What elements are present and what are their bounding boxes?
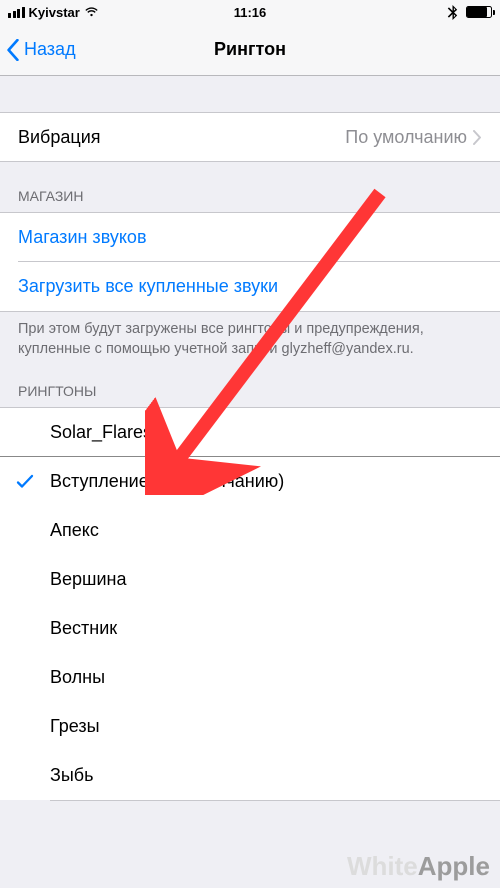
back-button[interactable]: Назад <box>0 39 76 61</box>
watermark: WhiteApple <box>347 851 490 882</box>
vibration-value: По умолчанию <box>345 127 467 148</box>
ringtone-item[interactable]: Вступление (по умолчанию) <box>0 457 500 506</box>
status-bar: Kyivstar 11:16 <box>0 0 500 24</box>
carrier-label: Kyivstar <box>29 5 80 20</box>
ringtone-item-label: Solar_Flares <box>50 422 152 443</box>
wifi-icon <box>84 5 99 20</box>
ringtone-item[interactable]: Апекс <box>0 506 500 555</box>
ringtone-item-label: Волны <box>50 667 105 688</box>
ringtone-item-label: Зыбь <box>50 765 94 786</box>
back-label: Назад <box>24 39 76 60</box>
chevron-right-icon <box>473 130 482 145</box>
status-left: Kyivstar <box>8 5 99 20</box>
battery-icon <box>466 6 492 18</box>
ringtone-item-label: Вестник <box>50 618 117 639</box>
vibration-label: Вибрация <box>18 127 345 148</box>
ringtone-item-label: Апекс <box>50 520 99 541</box>
ringtone-list: Solar_Flares Вступление (по умолчанию) А… <box>0 407 500 800</box>
watermark-part2: Apple <box>418 851 490 881</box>
ringtone-item[interactable]: Зыбь <box>0 751 500 800</box>
status-time: 11:16 <box>234 5 267 20</box>
ringtone-item-label: Вступление (по умолчанию) <box>50 471 284 492</box>
ringtone-item-label: Грезы <box>50 716 100 737</box>
download-link-cell[interactable]: Загрузить все купленные звуки <box>0 262 500 312</box>
chevron-left-icon <box>6 39 20 61</box>
page-title: Рингтон <box>214 39 286 60</box>
store-section-header: МАГАЗИН <box>0 162 500 212</box>
ringtone-item[interactable]: Волны <box>0 653 500 702</box>
bluetooth-icon <box>445 5 460 20</box>
store-link-label: Магазин звуков <box>18 227 147 248</box>
download-link-label: Загрузить все купленные звуки <box>18 276 278 297</box>
ringtone-item-label: Вершина <box>50 569 126 590</box>
nav-bar: Назад Рингтон <box>0 24 500 76</box>
signal-bars-icon <box>8 7 25 18</box>
ringtone-item[interactable]: Грезы <box>0 702 500 751</box>
store-section-footer: При этом будут загружены все рингтоны и … <box>0 312 500 369</box>
check-icon <box>16 473 34 491</box>
spacer <box>0 76 500 112</box>
ringtone-item[interactable]: Вестник <box>0 604 500 653</box>
ringtone-item[interactable]: Вершина <box>0 555 500 604</box>
ringtone-item-custom[interactable]: Solar_Flares <box>0 408 500 457</box>
vibration-cell[interactable]: Вибрация По умолчанию <box>0 112 500 162</box>
watermark-part1: White <box>347 851 418 881</box>
store-link-cell[interactable]: Магазин звуков <box>0 212 500 262</box>
ringtones-section-header: РИНГТОНЫ <box>0 369 500 407</box>
status-right <box>445 5 492 20</box>
